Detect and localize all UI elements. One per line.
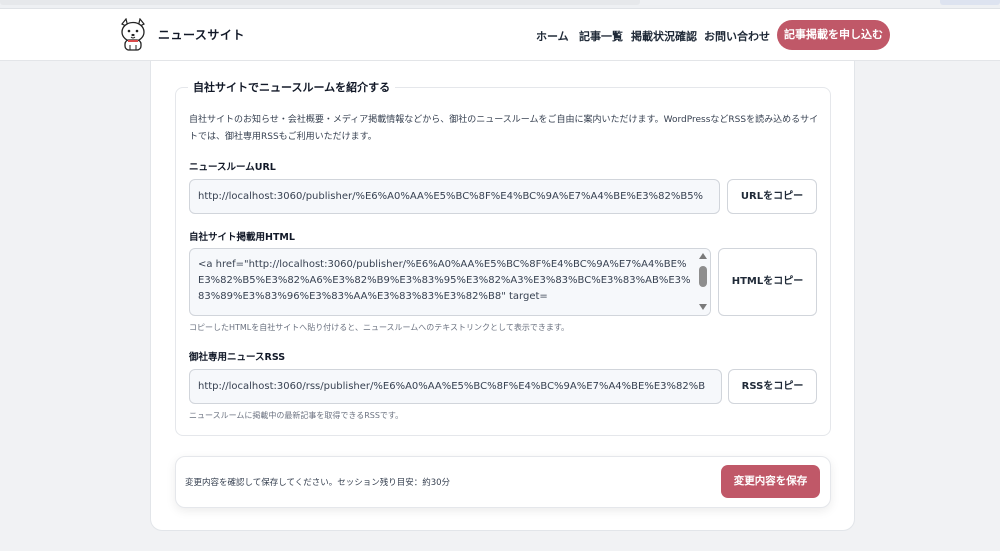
newsroom-url-field[interactable]: http://localhost:3060/publisher/%E6%A0%A… bbox=[189, 179, 720, 214]
scroll-thumb[interactable] bbox=[699, 266, 707, 287]
session-notice: 変更内容を確認して保存してください。セッション残り目安：約30分 bbox=[185, 478, 451, 488]
section-description: 自社サイトのお知らせ・会社概要・メディア掲載情報などから、御社のニュースルームを… bbox=[189, 115, 819, 142]
site-name[interactable]: ニュースサイト bbox=[158, 26, 245, 43]
newsroom-url-label: ニュースルームURL bbox=[189, 162, 276, 173]
rss-label: 御社専用ニュースRSS bbox=[189, 352, 286, 363]
browser-tab-strip bbox=[0, 0, 1000, 9]
save-changes-button[interactable]: 変更内容を保存 bbox=[721, 465, 820, 498]
copy-url-button[interactable]: URLをコピー bbox=[727, 179, 817, 214]
textarea-scrollbar[interactable] bbox=[696, 249, 710, 315]
rss-url-field[interactable]: http://localhost:3060/rss/publisher/%E6%… bbox=[189, 369, 722, 404]
embed-html-text: <a href="http://localhost:3060/publisher… bbox=[198, 259, 691, 302]
copy-html-button[interactable]: HTMLをコピー bbox=[718, 248, 817, 316]
scroll-up-arrow-icon[interactable] bbox=[699, 253, 707, 259]
site-header: ニュースサイト ホーム 記事一覧 掲載状況確認 お問い合わせ 記事掲載を申し込む bbox=[0, 9, 1000, 61]
embed-html-label: 自社サイト掲載用HTML bbox=[189, 232, 295, 243]
nav-home[interactable]: ホーム bbox=[536, 28, 569, 44]
embed-html-textarea[interactable]: <a href="http://localhost:3060/publisher… bbox=[189, 248, 711, 316]
scroll-down-arrow-icon[interactable] bbox=[699, 304, 707, 310]
dog-mascot-icon[interactable] bbox=[117, 17, 149, 52]
section-title: 自社サイトでニュースルームを紹介する bbox=[188, 80, 396, 96]
nav-contact[interactable]: お問い合わせ bbox=[704, 28, 770, 44]
nav-articles[interactable]: 記事一覧 bbox=[579, 28, 623, 44]
browser-tab-hint-right bbox=[940, 0, 1000, 5]
copy-rss-button[interactable]: RSSをコピー bbox=[728, 369, 817, 404]
rss-hint: ニュースルームに掲載中の最新記事を取得できるRSSです。 bbox=[189, 411, 404, 420]
browser-tab-hint-left bbox=[0, 0, 640, 5]
nav-listing-status[interactable]: 掲載状況確認 bbox=[631, 28, 697, 44]
apply-article-button[interactable]: 記事掲載を申し込む bbox=[777, 20, 890, 50]
html-hint: コピーしたHTMLを自社サイトへ貼り付けると、ニュースルームへのテキストリンクと… bbox=[189, 323, 570, 332]
